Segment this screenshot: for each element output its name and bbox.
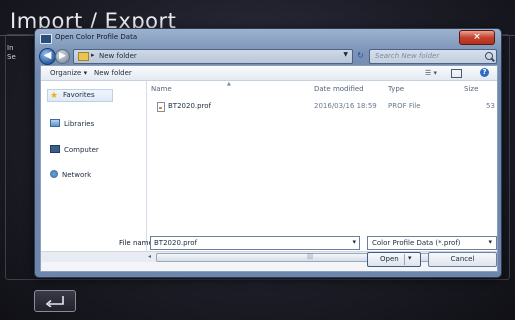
organize-menu[interactable]: Organize ▾ (50, 69, 87, 77)
folder-icon (78, 52, 89, 61)
cancel-button[interactable]: Cancel (428, 252, 497, 267)
column-header-size[interactable]: Size (464, 85, 478, 93)
star-icon: ★ (50, 91, 59, 101)
new-folder-button[interactable]: New folder (94, 69, 132, 77)
nav-item-label: Favorites (63, 91, 95, 99)
chevron-down-icon[interactable]: ▾ (352, 238, 356, 246)
file-type-cell: PROF File (388, 102, 421, 110)
computer-icon (50, 145, 60, 153)
search-placeholder: Search New folder (375, 52, 440, 60)
file-type-filter[interactable]: Color Profile Data (*.prof) ▾ (367, 236, 497, 250)
return-button[interactable] (34, 290, 76, 312)
address-path[interactable]: New folder (99, 52, 137, 60)
sort-arrow-icon: ▲ (227, 81, 231, 87)
command-bar: Organize ▾ New folder ☰ ▾ ? (41, 66, 497, 81)
library-icon (50, 119, 60, 127)
search-icon[interactable] (485, 52, 493, 60)
address-bar[interactable]: ▸ New folder ▼ (73, 49, 353, 64)
scroll-left-icon[interactable]: ◂ (148, 253, 151, 260)
forward-arrow-icon[interactable]: ▶ (55, 49, 70, 64)
refresh-icon[interactable]: ↻ (355, 49, 366, 62)
open-file-dialog: Open Color Profile Data × ◀ ▶ ▸ New fold… (34, 28, 502, 278)
file-list: Name ▲ Date modified Type Size BT2020.pr… (147, 81, 497, 251)
nav-item-favorites[interactable]: ★ Favorites (47, 89, 113, 102)
dialog-title: Open Color Profile Data (55, 33, 138, 41)
file-type-filter-value: Color Profile Data (*.prof) (372, 239, 461, 247)
chevron-down-icon[interactable]: ▾ (408, 254, 412, 262)
preview-pane-icon[interactable] (451, 69, 462, 78)
navigation-pane: ★ Favorites Libraries Computer Network (41, 81, 146, 251)
column-header-date[interactable]: Date modified (314, 85, 364, 93)
file-name-field[interactable]: BT2020.prof ▾ (150, 236, 360, 250)
file-size-cell: 53 (486, 102, 495, 110)
nav-item-label: Network (62, 171, 92, 179)
close-button[interactable]: × (459, 30, 495, 45)
file-name-cell[interactable]: BT2020.prof (168, 102, 211, 110)
search-input[interactable]: Search New folder (369, 49, 497, 64)
column-header-name[interactable]: Name (151, 85, 172, 93)
chevron-down-icon[interactable]: ▼ (343, 51, 348, 58)
scrollbar-grip-icon: ||| (307, 253, 314, 260)
nav-item-network[interactable]: Network (50, 170, 91, 180)
chevron-down-icon[interactable]: ▾ (488, 238, 492, 246)
network-icon (50, 170, 58, 178)
file-date-cell: 2016/03/16 18:59 (314, 102, 377, 110)
scrollbar-thumb[interactable]: ||| (156, 253, 474, 262)
nav-item-label: Libraries (64, 120, 95, 128)
open-button-label: Open (380, 255, 399, 263)
return-arrow-icon (45, 296, 64, 307)
file-icon (157, 102, 165, 112)
view-options-icon[interactable]: ☰ ▾ (425, 69, 437, 77)
nav-item-libraries[interactable]: Libraries (50, 119, 94, 129)
dialog-app-icon (40, 34, 52, 44)
table-row[interactable]: BT2020.prof 2016/03/16 18:59 PROF File 5… (147, 101, 497, 112)
nav-item-label: Computer (64, 146, 99, 154)
back-arrow-icon[interactable]: ◀ (39, 48, 56, 65)
chevron-right-icon[interactable]: ▸ (91, 51, 95, 59)
file-name-value[interactable]: BT2020.prof (154, 239, 197, 247)
nav-item-computer[interactable]: Computer (50, 145, 99, 155)
open-button[interactable]: Open ▾ (367, 252, 421, 267)
column-header-type[interactable]: Type (388, 85, 404, 93)
help-icon[interactable]: ? (480, 68, 489, 77)
open-button-divider (404, 254, 405, 265)
